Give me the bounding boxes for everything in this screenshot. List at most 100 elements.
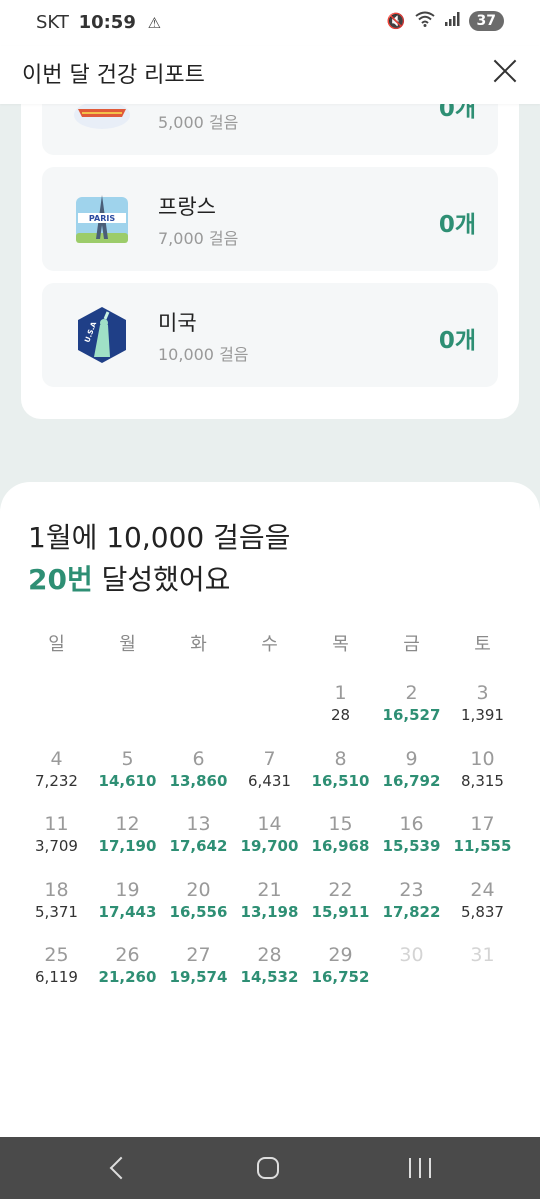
calendar-day-27[interactable]: 27 19,574 <box>163 944 234 1010</box>
calendar-day-3[interactable]: 3 1,391 <box>447 682 518 748</box>
calendar-empty-cell <box>21 682 92 748</box>
day-number: 16 <box>399 813 424 835</box>
calendar-day-17[interactable]: 17 11,555 <box>447 813 518 879</box>
country-name: 미국 <box>158 311 197 335</box>
day-number: 29 <box>328 944 353 966</box>
day-step-count: 14,532 <box>240 968 299 986</box>
svg-text:PARIS: PARIS <box>89 214 115 223</box>
day-number: 5 <box>121 747 134 770</box>
weekday-label: 금 <box>403 634 420 655</box>
calendar-day-1[interactable]: 1 28 <box>305 682 376 748</box>
network-icon: ⚠ <box>147 14 162 32</box>
day-step-count: 11,555 <box>453 837 512 855</box>
mute-icon: 🔇 <box>386 12 406 30</box>
day-step-count: 3,709 <box>35 837 78 855</box>
day-step-count: 7,232 <box>35 771 78 790</box>
calendar-day-26[interactable]: 26 21,260 <box>92 944 163 1010</box>
day-number: 15 <box>328 813 353 835</box>
calendar-day-11[interactable]: 11 3,709 <box>21 813 92 879</box>
day-step-count: 15,539 <box>382 837 441 855</box>
day-step-count: 17,642 <box>169 837 228 855</box>
day-step-count: 16,556 <box>169 902 228 921</box>
calendar-day-24[interactable]: 24 5,837 <box>447 879 518 945</box>
day-number: 30 <box>399 944 424 966</box>
weekday-label: 토 <box>474 634 491 655</box>
calendar-day-5[interactable]: 5 14,610 <box>92 748 163 814</box>
status-bar: SKT 10:59 ⚠ 🔇 37 <box>0 0 540 46</box>
achievement-count: 20번 <box>28 563 93 596</box>
calendar-day-13[interactable]: 13 17,642 <box>163 813 234 879</box>
wifi-icon <box>414 11 435 31</box>
day-number: 24 <box>470 878 495 901</box>
calendar-day-22[interactable]: 22 15,911 <box>305 879 376 945</box>
calendar-empty-cell <box>163 682 234 748</box>
day-number: 28 <box>257 944 282 966</box>
day-number: 12 <box>115 813 140 835</box>
calendar-day-31[interactable]: 31 <box>447 944 518 1010</box>
calendar-day-2[interactable]: 2 16,527 <box>376 682 447 748</box>
calendar-day-30[interactable]: 30 <box>376 944 447 1010</box>
weekday-label: 월 <box>119 634 136 655</box>
day-step-count: 28 <box>330 706 351 724</box>
calendar-day-25[interactable]: 25 6,119 <box>21 944 92 1010</box>
system-navigation-bar <box>0 1137 540 1199</box>
country-steps: 10,000 걸음 <box>158 345 249 364</box>
country-list-card: 5,000 걸음 0개 PARIS 프랑스 7,000 걸음 0개 U.S.A … <box>21 51 519 419</box>
calendar-day-10[interactable]: 10 8,315 <box>447 748 518 814</box>
day-step-count: 5,371 <box>35 902 78 921</box>
achievement-text: 달성했어요 <box>92 563 231 596</box>
day-step-count: 16,510 <box>311 771 370 790</box>
weekday-label: 목 <box>332 634 349 655</box>
day-number: 11 <box>44 813 69 835</box>
recent-apps-icon[interactable] <box>409 1158 431 1178</box>
calendar-day-4[interactable]: 4 7,232 <box>21 748 92 814</box>
calendar-day-8[interactable]: 8 16,510 <box>305 748 376 814</box>
calendar-day-20[interactable]: 20 16,556 <box>163 879 234 945</box>
calendar-day-14[interactable]: 14 19,700 <box>234 813 305 879</box>
day-step-count: 6,119 <box>35 968 78 986</box>
calendar-day-18[interactable]: 18 5,371 <box>21 879 92 945</box>
calendar-day-23[interactable]: 23 17,822 <box>376 879 447 945</box>
weekday-label: 화 <box>190 634 207 655</box>
day-number: 8 <box>334 747 347 770</box>
calendar-day-29[interactable]: 29 16,752 <box>305 944 376 1010</box>
calendar-day-16[interactable]: 16 15,539 <box>376 813 447 879</box>
step-calendar: 1 28 2 16,527 3 1,391 4 7,232 5 14,610 6 13,860 7 6,4… <box>21 682 519 1010</box>
page-title: 이번 달 건강 리포트 <box>22 63 205 88</box>
summary-headline: 1월에 10,000 걸음을 <box>28 521 291 554</box>
day-number: 22 <box>328 878 353 901</box>
calendar-day-6[interactable]: 6 13,860 <box>163 748 234 814</box>
calendar-day-12[interactable]: 12 17,190 <box>92 813 163 879</box>
close-button[interactable] <box>492 58 518 84</box>
country-row-france[interactable]: PARIS 프랑스 7,000 걸음 0개 <box>42 167 498 271</box>
back-icon[interactable] <box>108 1157 128 1177</box>
day-step-count: 16,752 <box>311 968 370 986</box>
day-number: 3 <box>476 682 489 704</box>
weekday-label: 수 <box>261 634 278 655</box>
day-number: 27 <box>186 944 211 966</box>
day-number: 7 <box>263 747 276 770</box>
home-icon[interactable] <box>257 1157 279 1179</box>
weekday-label: 일 <box>48 634 65 655</box>
day-step-count: 19,700 <box>240 837 299 855</box>
day-number: 20 <box>186 878 211 901</box>
country-row-usa[interactable]: U.S.A 미국 10,000 걸음 0개 <box>42 283 498 387</box>
usa-badge-icon: U.S.A <box>78 307 126 363</box>
day-number: 13 <box>186 813 211 835</box>
calendar-day-15[interactable]: 15 16,968 <box>305 813 376 879</box>
calendar-day-9[interactable]: 9 16,792 <box>376 748 447 814</box>
calendar-day-7[interactable]: 7 6,431 <box>234 748 305 814</box>
day-number: 23 <box>399 878 424 901</box>
calendar-empty-cell <box>234 682 305 748</box>
weekday-header: 일 월 화 수 목 금 토 <box>21 630 519 656</box>
calendar-day-21[interactable]: 21 13,198 <box>234 879 305 945</box>
day-number: 26 <box>115 944 140 966</box>
day-number: 4 <box>50 747 63 770</box>
country-steps: 7,000 걸음 <box>158 229 239 248</box>
calendar-day-19[interactable]: 19 17,443 <box>92 879 163 945</box>
calendar-day-28[interactable]: 28 14,532 <box>234 944 305 1010</box>
day-step-count: 13,860 <box>169 771 228 790</box>
day-number: 10 <box>470 747 495 770</box>
country-count: 0개 <box>438 212 476 238</box>
day-step-count: 15,911 <box>311 902 370 921</box>
